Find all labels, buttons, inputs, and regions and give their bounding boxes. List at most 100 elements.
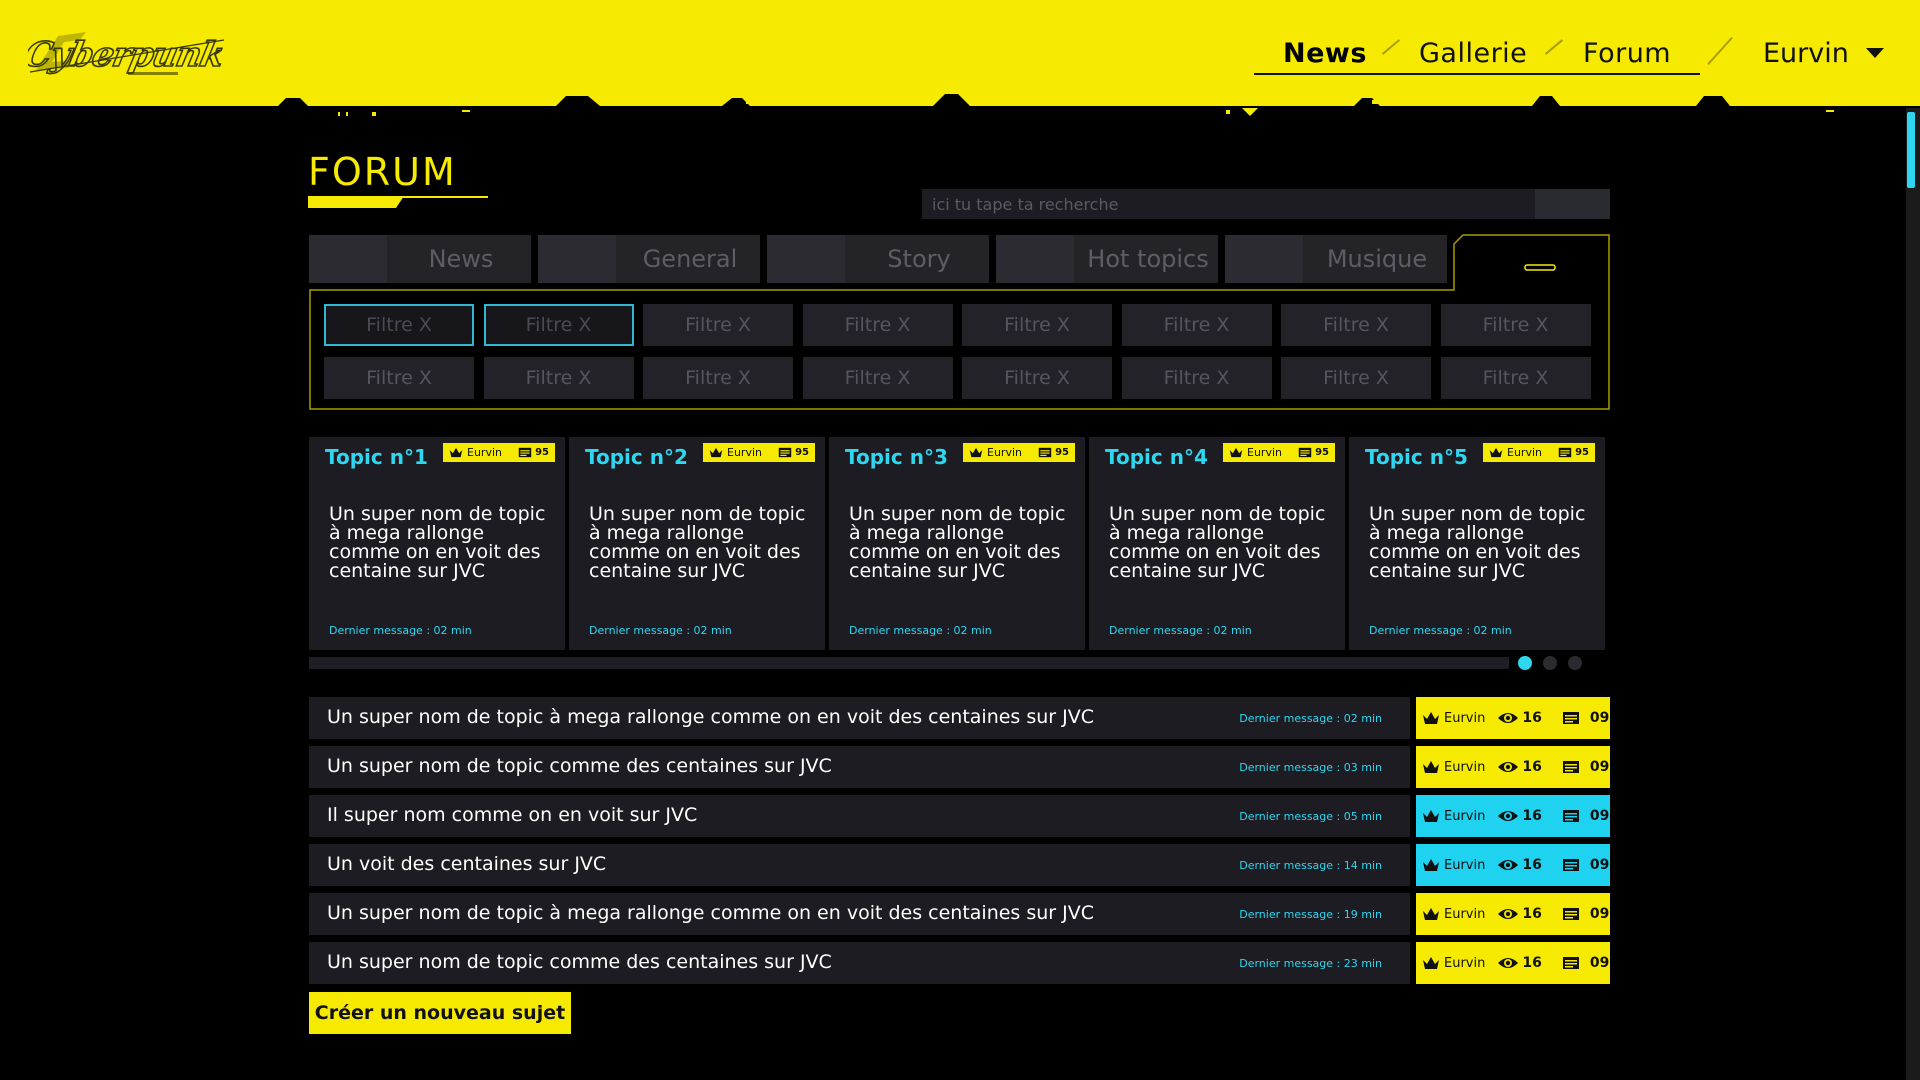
topic-messages: 09 xyxy=(1589,808,1610,824)
topic-messages: 09 xyxy=(1589,955,1610,971)
eye-icon xyxy=(1497,956,1519,970)
eye-icon xyxy=(1497,858,1519,872)
crown-icon xyxy=(1229,447,1243,458)
topic-row[interactable]: Un super nom de topic comme des centaine… xyxy=(309,746,1410,788)
filter-chip[interactable]: Filtre X xyxy=(643,357,793,399)
topic-card[interactable]: Topic n°4 Eurvin 95 Un super nom de topic à… xyxy=(1089,437,1345,650)
card-badge: Eurvin 95 xyxy=(1223,443,1335,462)
topic-views: 16 xyxy=(1522,710,1542,726)
topic-author: Eurvin xyxy=(1444,857,1486,873)
filter-chip[interactable]: Filtre X xyxy=(324,357,474,399)
topic-title[interactable]: Un super nom de topic comme des centaine… xyxy=(327,755,832,777)
topic-row[interactable]: Il super nom comme on en voit sur JVC Der… xyxy=(309,795,1410,837)
message-icon xyxy=(1562,858,1580,872)
nav-forum[interactable]: Forum xyxy=(1583,38,1671,78)
card-count: 95 xyxy=(795,447,809,458)
card-count: 95 xyxy=(1575,447,1589,458)
card-title: Topic n°5 xyxy=(1365,445,1468,469)
message-icon xyxy=(518,447,532,458)
message-icon xyxy=(778,447,792,458)
filter-chip[interactable]: Filtre X xyxy=(962,304,1112,346)
topic-stats-badge: Eurvin 16 09 xyxy=(1416,893,1610,935)
card-title: Topic n°4 xyxy=(1105,445,1208,469)
user-menu[interactable]: Eurvin xyxy=(1763,38,1849,69)
crown-icon xyxy=(449,447,463,458)
carousel-dot[interactable] xyxy=(1543,656,1557,670)
topic-title[interactable]: Un super nom de topic comme des centaine… xyxy=(327,951,832,973)
topic-last-message: Dernier message : 05 min xyxy=(1239,810,1382,823)
crown-icon xyxy=(1422,809,1440,823)
crown-icon xyxy=(1489,447,1503,458)
page: Cyberpunk News Gallerie Forum Eurvin FOR… xyxy=(0,0,1920,1080)
filter-chip[interactable]: Filtre X xyxy=(324,304,474,346)
nav-news[interactable]: News xyxy=(1283,38,1367,78)
topic-card[interactable]: Topic n°5 Eurvin 95 Un super nom de topic à… xyxy=(1349,437,1605,650)
topic-row[interactable]: Un super nom de topic à mega rallonge co… xyxy=(309,893,1410,935)
filter-chip[interactable]: Filtre X xyxy=(1281,357,1431,399)
filter-chip[interactable]: Filtre X xyxy=(802,304,953,346)
message-icon xyxy=(1562,907,1580,921)
filter-chip[interactable]: Filtre X xyxy=(1281,304,1431,346)
filter-chip[interactable]: Filtre X xyxy=(962,357,1112,399)
topic-title[interactable]: Un voit des centaines sur JVC xyxy=(327,853,606,875)
cyberpunk-logo[interactable]: Cyberpunk xyxy=(28,22,238,84)
filter-chip[interactable]: Filtre X xyxy=(1440,304,1591,346)
header: Cyberpunk News Gallerie Forum Eurvin xyxy=(0,0,1920,118)
topic-messages: 09 xyxy=(1589,906,1610,922)
topic-row[interactable]: Un super nom de topic à mega rallonge co… xyxy=(309,697,1410,739)
card-count: 95 xyxy=(535,447,549,458)
topic-title[interactable]: Un super nom de topic à mega rallonge co… xyxy=(327,902,1094,924)
filter-chip[interactable]: Filtre X xyxy=(802,357,953,399)
card-last-message: Dernier message : 02 min xyxy=(589,624,732,637)
topic-title[interactable]: Il super nom comme on en voit sur JVC xyxy=(327,804,697,826)
message-icon xyxy=(1562,760,1580,774)
topic-row[interactable]: Un super nom de topic comme des centaine… xyxy=(309,942,1410,984)
filter-chip[interactable]: Filtre X xyxy=(1440,357,1591,399)
carousel-progress xyxy=(309,657,1509,669)
eye-icon xyxy=(1497,711,1519,725)
crown-icon xyxy=(709,447,723,458)
scrollbar-thumb[interactable] xyxy=(1907,112,1915,188)
carousel-dot[interactable] xyxy=(1568,656,1582,670)
filter-chip[interactable]: Filtre X xyxy=(1121,357,1272,399)
search-button[interactable] xyxy=(1535,189,1610,219)
carousel-dot[interactable] xyxy=(1518,656,1532,670)
filter-chip[interactable]: Filtre X xyxy=(483,357,634,399)
card-badge: Eurvin 95 xyxy=(443,443,555,462)
topic-views: 16 xyxy=(1522,808,1542,824)
card-author: Eurvin xyxy=(987,446,1022,459)
page-title: FORUM xyxy=(308,150,457,194)
topic-card[interactable]: Topic n°2 Eurvin 95 Un super nom de topic à… xyxy=(569,437,825,650)
card-last-message: Dernier message : 02 min xyxy=(1109,624,1252,637)
topic-author: Eurvin xyxy=(1444,808,1486,824)
eye-icon xyxy=(1497,760,1519,774)
card-author: Eurvin xyxy=(727,446,762,459)
card-author: Eurvin xyxy=(1247,446,1282,459)
minimize-icon[interactable] xyxy=(1524,264,1556,271)
card-author: Eurvin xyxy=(1507,446,1542,459)
filter-chip[interactable]: Filtre X xyxy=(643,304,793,346)
nav-gallerie[interactable]: Gallerie xyxy=(1419,38,1527,78)
scrollbar-track[interactable] xyxy=(1906,108,1920,1080)
topic-row[interactable]: Un voit des centaines sur JVC Dernier mes… xyxy=(309,844,1410,886)
card-text: Un super nom de topic à mega rallonge co… xyxy=(329,503,546,582)
topic-author: Eurvin xyxy=(1444,955,1486,971)
filter-chip[interactable]: Filtre X xyxy=(1121,304,1272,346)
topic-author: Eurvin xyxy=(1444,759,1486,775)
message-icon xyxy=(1298,447,1312,458)
topic-card[interactable]: Topic n°3 Eurvin 95 Un super nom de topic à… xyxy=(829,437,1085,650)
topic-author: Eurvin xyxy=(1444,906,1486,922)
card-text: Un super nom de topic à mega rallonge co… xyxy=(589,503,806,582)
crown-icon xyxy=(1422,858,1440,872)
card-count: 95 xyxy=(1315,447,1329,458)
message-icon xyxy=(1562,809,1580,823)
topic-messages: 09 xyxy=(1589,857,1610,873)
search-input[interactable] xyxy=(922,189,1610,219)
filter-chip[interactable]: Filtre X xyxy=(483,304,634,346)
create-topic-button[interactable]: Créer un nouveau sujet xyxy=(309,992,571,1034)
topic-card[interactable]: Topic n°1 Eurvin 95 Un super nom de topic à… xyxy=(309,437,565,650)
message-icon xyxy=(1558,447,1572,458)
card-last-message: Dernier message : 02 min xyxy=(849,624,992,637)
caret-down-icon[interactable] xyxy=(1866,48,1884,58)
topic-title[interactable]: Un super nom de topic à mega rallonge co… xyxy=(327,706,1094,728)
